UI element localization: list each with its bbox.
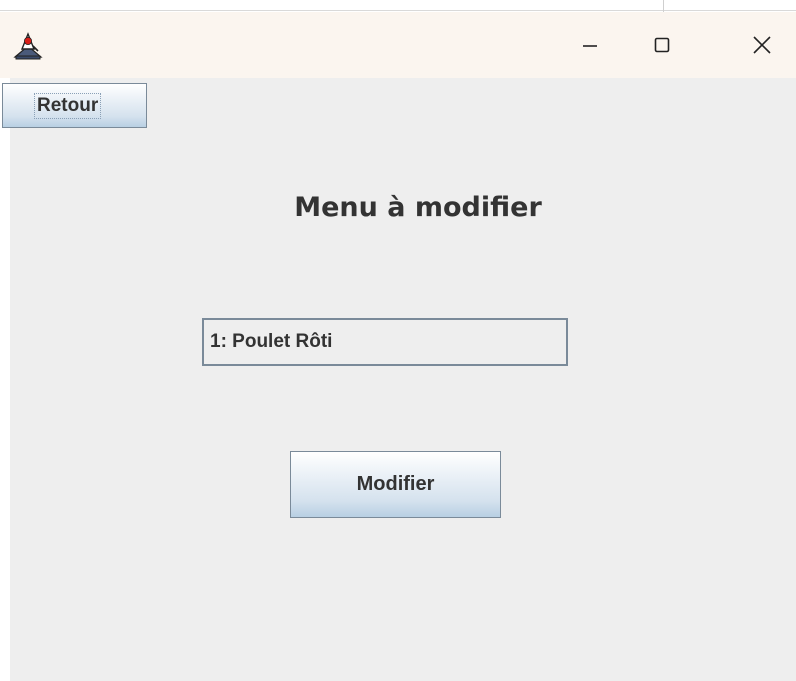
menu-select-value: 1: Poulet Rôti: [210, 331, 333, 352]
app-window: Retour Menu à modifier 1: Poulet Rôti Mo…: [0, 12, 796, 681]
divider: [0, 10, 796, 11]
back-button-label: Retour: [34, 92, 102, 119]
close-button[interactable]: [730, 12, 794, 78]
menu-select[interactable]: 1: Poulet Rôti: [202, 318, 568, 366]
content-panel: Retour Menu à modifier 1: Poulet Rôti Mo…: [0, 78, 796, 681]
java-duke-icon: [13, 32, 43, 60]
desktop-strip: [0, 0, 796, 12]
back-button[interactable]: Retour: [2, 83, 147, 128]
modify-button[interactable]: Modifier: [290, 451, 501, 518]
maximize-icon: [654, 37, 670, 53]
page-title: Menu à modifier: [294, 192, 542, 223]
title-bar[interactable]: [0, 12, 796, 78]
close-icon: [753, 36, 771, 54]
panel-edge: [0, 78, 10, 681]
maximize-button[interactable]: [630, 12, 694, 78]
divider: [663, 0, 664, 12]
minimize-icon: [583, 45, 597, 47]
minimize-button[interactable]: [558, 12, 622, 78]
modify-button-label: Modifier: [356, 473, 435, 495]
